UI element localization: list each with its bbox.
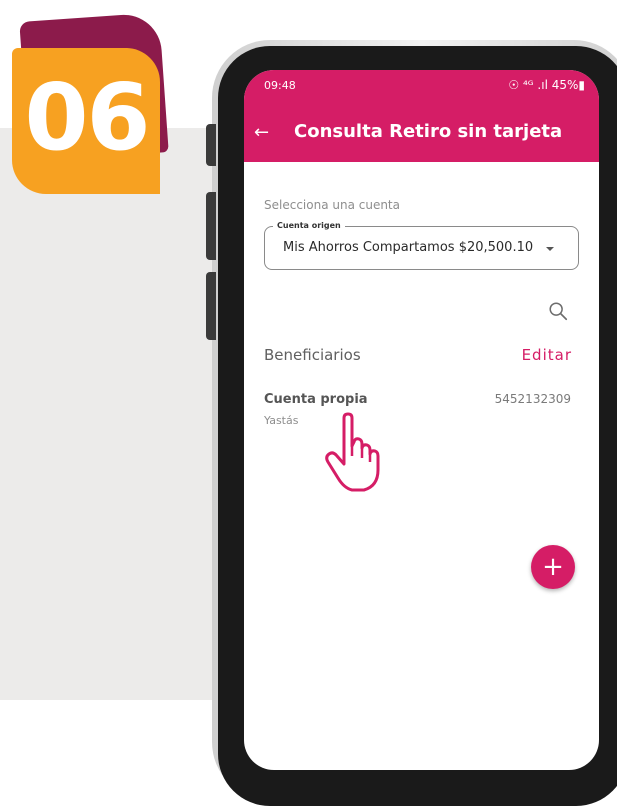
app-bar: 09:48 ☉ ⁴ᴳ .ıl 45%▮ ← Consulta Retiro si… — [244, 70, 599, 162]
add-beneficiary-button[interactable]: + — [531, 545, 575, 589]
dropdown-legend: Cuenta origen — [273, 221, 345, 230]
beneficiary-name: Cuenta propia — [264, 392, 368, 407]
status-indicators: ☉ ⁴ᴳ .ıl 45%▮ — [508, 78, 585, 92]
status-time: 09:48 — [264, 79, 296, 92]
account-select-label: Selecciona una cuenta — [264, 198, 400, 212]
phone-side-button — [206, 124, 216, 166]
beneficiary-row[interactable]: Cuenta propia Yastás 5452132309 — [244, 388, 599, 432]
chevron-down-icon — [546, 247, 554, 251]
page-title: Consulta Retiro sin tarjeta — [294, 121, 563, 142]
arrow-left-icon[interactable]: ← — [254, 122, 269, 143]
phone-screen: 09:48 ☉ ⁴ᴳ .ıl 45%▮ ← Consulta Retiro si… — [244, 70, 599, 770]
phone-volume-up — [206, 192, 216, 260]
beneficiary-number: 5452132309 — [494, 392, 571, 406]
search-icon[interactable] — [547, 300, 569, 322]
account-dropdown[interactable]: Cuenta origen Mis Ahorros Compartamos $2… — [264, 221, 579, 270]
edit-button[interactable]: Editar — [522, 346, 572, 364]
selected-account: Mis Ahorros Compartamos $20,500.10 — [283, 240, 534, 255]
beneficiaries-title: Beneficiarios — [264, 346, 361, 364]
step-number: 06 — [24, 64, 150, 171]
beneficiary-bank: Yastás — [264, 414, 299, 427]
pointer-hand-icon — [325, 412, 380, 492]
phone-volume-down — [206, 272, 216, 340]
